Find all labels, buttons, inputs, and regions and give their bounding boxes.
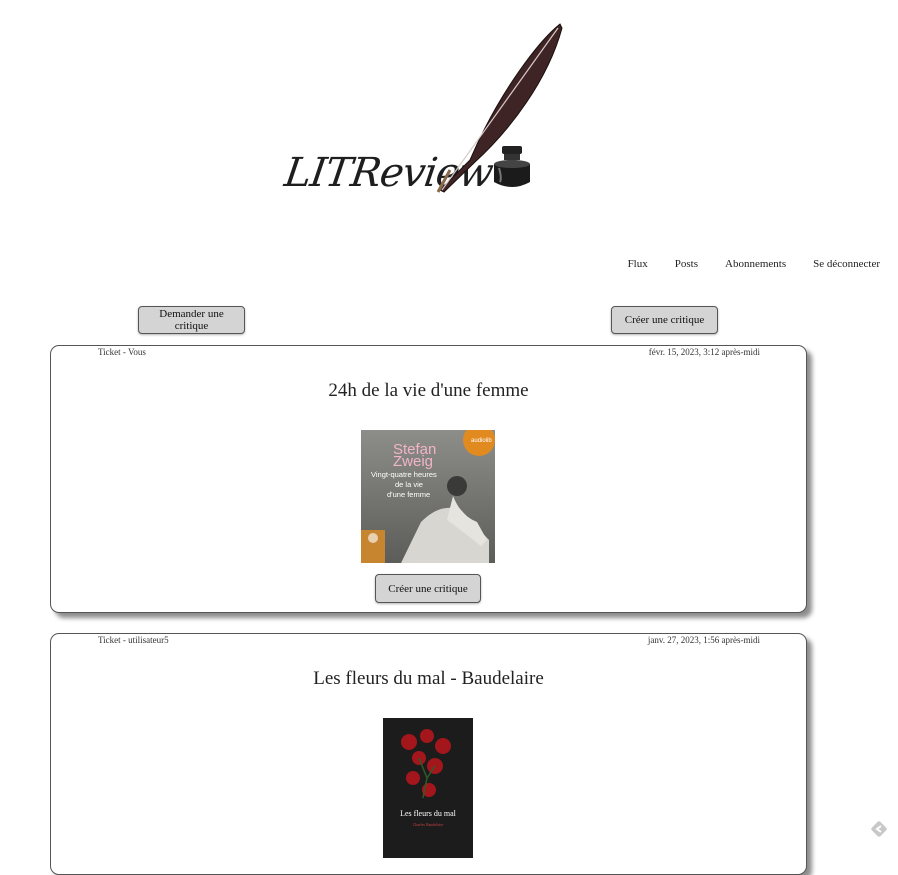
cover-title-line: de la vie bbox=[395, 480, 423, 489]
ticket-card: Ticket - utilisateur5 janv. 27, 2023, 1:… bbox=[50, 633, 807, 875]
nav-logout[interactable]: Se déconnecter bbox=[813, 258, 880, 270]
nav-abonnements[interactable]: Abonnements bbox=[725, 258, 786, 270]
cover-title-line: d'une femme bbox=[387, 490, 430, 499]
cover-author-2: Zweig bbox=[393, 453, 433, 470]
cover-title: Les fleurs du mal bbox=[400, 809, 457, 818]
create-review-for-ticket-button[interactable]: Créer une critique bbox=[375, 574, 481, 603]
cover-badge: audiolib bbox=[471, 438, 492, 444]
cover-title-line: Vingt-quatre heures bbox=[371, 470, 437, 479]
nav-flux[interactable]: Flux bbox=[628, 258, 648, 270]
book-cover-image: audiolib Stefan Zweig Vingt-quatre heure… bbox=[361, 430, 495, 563]
cover-subtitle: Charles Baudelaire bbox=[413, 822, 444, 827]
inkwell-icon bbox=[494, 146, 530, 187]
nav-posts[interactable]: Posts bbox=[675, 258, 698, 270]
create-review-button[interactable]: Créer une critique bbox=[611, 306, 718, 334]
ticket-author: Ticket - utilisateur5 bbox=[98, 635, 169, 645]
ticket-author: Ticket - Vous bbox=[98, 347, 146, 357]
ticket-date: févr. 15, 2023, 3:12 après-midi bbox=[648, 347, 760, 357]
corner-arrow-icon[interactable] bbox=[870, 820, 888, 838]
book-cover-image: Les fleurs du mal Charles Baudelaire bbox=[383, 718, 473, 858]
main-nav: Flux Posts Abonnements Se déconnecter bbox=[601, 258, 880, 270]
ask-review-button[interactable]: Demander une critique bbox=[138, 306, 245, 334]
ticket-date: janv. 27, 2023, 1:56 après-midi bbox=[647, 635, 760, 645]
site-logo: LITReview bbox=[280, 20, 570, 200]
ticket-title: 24h de la vie d'une femme bbox=[328, 380, 529, 401]
ticket-card: Ticket - Vous févr. 15, 2023, 3:12 après… bbox=[50, 345, 807, 613]
ticket-title: Les fleurs du mal - Baudelaire bbox=[313, 668, 544, 689]
